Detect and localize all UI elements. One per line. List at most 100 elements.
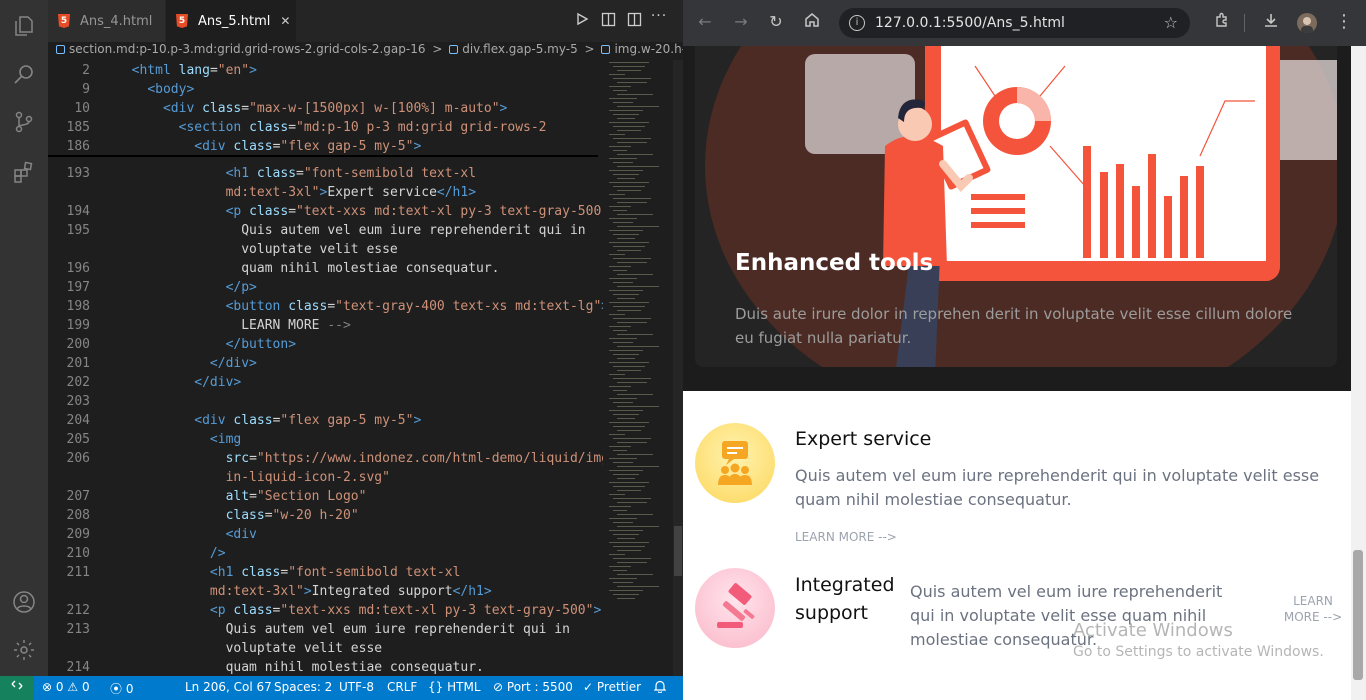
learn-more-button[interactable]: LEARN MORE -->: [795, 530, 897, 544]
minimap-line: [609, 326, 631, 327]
broadcast-icon: ⦿: [110, 682, 123, 696]
line-number: 202: [66, 375, 90, 390]
minimap-line: [613, 258, 651, 259]
hero-card: Enhanced tools Duis aute irure dolor in …: [695, 46, 1337, 367]
minimap-line: [613, 306, 645, 307]
site-info-icon[interactable]: i: [849, 15, 865, 31]
split-editor-icon[interactable]: [625, 12, 643, 31]
language-mode[interactable]: {} HTML: [428, 680, 481, 694]
minimap-line: [613, 210, 627, 211]
editor-scrollbar[interactable]: [673, 60, 683, 676]
home-icon[interactable]: [802, 12, 822, 32]
code-line: <div class="flex gap-5 my-5">: [194, 413, 422, 428]
breadcrumb-item[interactable]: section.md:p-10.p-3.md:grid.grid-rows-2.…: [69, 42, 426, 56]
minimap-line: [617, 550, 641, 551]
downloads-icon[interactable]: [1261, 12, 1281, 32]
indentation[interactable]: Spaces: 2: [274, 680, 332, 694]
line-number: 186: [66, 139, 90, 154]
line-number: 203: [66, 394, 90, 409]
minimap-line: [613, 342, 633, 343]
source-control-icon[interactable]: [12, 110, 36, 134]
tab-ans4[interactable]: 5 Ans_4.html: [48, 0, 165, 42]
more-actions-icon[interactable]: ···: [650, 8, 668, 24]
minimap-line: [613, 486, 645, 487]
minimap-line: [617, 538, 635, 539]
end-of-line[interactable]: CRLF: [387, 680, 417, 694]
code-editor[interactable]: 2 <html lang="en"> 9 <body> 10 <div class=…: [48, 60, 683, 676]
tab-ans5[interactable]: 5 Ans_5.html ✕: [166, 0, 296, 42]
encoding[interactable]: UTF-8: [339, 680, 374, 694]
breadcrumb-item[interactable]: img.w-20.h-20: [614, 42, 683, 56]
minimap-line: [609, 530, 643, 531]
forward-arrow-icon[interactable]: →: [731, 12, 751, 32]
learn-more-button[interactable]: LEARN MORE -->: [1283, 593, 1343, 625]
bookmark-star-icon[interactable]: ☆: [1164, 8, 1178, 38]
live-server-port[interactable]: ⊘ Port : 5500: [493, 680, 573, 694]
line-number: 9: [82, 82, 90, 97]
warning-count: 0: [81, 680, 90, 694]
minimap-line: [609, 158, 637, 159]
breadcrumb-separator: >: [584, 42, 595, 56]
minimap-line: [617, 442, 647, 443]
minimap-line: [609, 434, 625, 435]
minimap-line: [617, 526, 659, 527]
minimap-line: [617, 418, 635, 419]
breadcrumb-separator: >: [432, 42, 443, 56]
line-number: 201: [66, 356, 90, 371]
run-icon[interactable]: [573, 12, 591, 30]
minimap-line: [613, 546, 645, 547]
minimap-line: [617, 334, 653, 335]
line-number: 193: [66, 166, 90, 181]
minimap-line: [617, 142, 647, 143]
line-number: 208: [66, 508, 90, 523]
line-number: 194: [66, 204, 90, 219]
ports-indicator[interactable]: ⦿ 0: [110, 680, 133, 697]
minimap-line: [617, 574, 653, 575]
minimap-line: [613, 90, 627, 91]
sticky-scroll-divider: [48, 155, 598, 157]
minimap-line: [617, 514, 653, 515]
address-bar[interactable]: i 127.0.0.1:5500/Ans_5.html ☆: [839, 8, 1190, 38]
search-icon[interactable]: [12, 62, 36, 86]
back-arrow-icon[interactable]: ←: [695, 12, 715, 32]
remote-icon[interactable]: [0, 676, 34, 700]
minimap-line: [617, 322, 647, 323]
line-number: 200: [66, 337, 90, 352]
explorer-icon[interactable]: [12, 14, 36, 38]
close-tab-icon[interactable]: ✕: [280, 14, 290, 28]
minimap-line: [613, 294, 639, 295]
code-line: LEARN MORE -->: [116, 318, 351, 333]
scrollbar-thumb[interactable]: [674, 526, 682, 576]
prettier-status[interactable]: ✓ Prettier: [583, 680, 641, 694]
cursor-position[interactable]: Ln 206, Col 67: [185, 680, 272, 694]
page-scrollbar-thumb[interactable]: [1353, 550, 1363, 680]
minimap-line: [609, 554, 625, 555]
minimap-line: [617, 106, 659, 107]
open-preview-icon[interactable]: [599, 12, 617, 31]
settings-gear-icon[interactable]: [12, 638, 36, 662]
minimap-line: [617, 454, 653, 455]
minimap-line: [609, 278, 637, 279]
minimap-line: [617, 298, 635, 299]
account-icon[interactable]: [12, 590, 36, 614]
code-line: Quis autem vel eum iure reprehenderit qu…: [116, 622, 570, 637]
minimap-line: [617, 502, 647, 503]
browser-menu-icon[interactable]: ⋮: [1334, 12, 1354, 32]
reload-icon[interactable]: ↻: [766, 12, 786, 32]
notifications-bell-icon[interactable]: [653, 680, 667, 696]
code-line: <div class="flex gap-5 my-5">: [194, 139, 422, 154]
minimap[interactable]: [603, 60, 673, 676]
minimap-line: [609, 494, 625, 495]
code-line: class="w-20 h-20": [225, 508, 359, 523]
problems-indicator[interactable]: ⊗ 0 ⚠ 0: [42, 680, 90, 694]
symbol-element-icon: [56, 45, 65, 54]
minimap-line: [617, 382, 647, 383]
service-title: Expert service: [795, 428, 932, 450]
profile-avatar[interactable]: [1297, 13, 1317, 33]
extensions-puzzle-icon[interactable]: [1212, 12, 1232, 32]
extensions-icon[interactable]: [12, 160, 36, 184]
status-bar: ⊗ 0 ⚠ 0 ⦿ 0 Ln 206, Col 67 Spaces: 2 UTF…: [0, 676, 683, 700]
minimap-line: [617, 250, 641, 251]
minimap-line: [609, 182, 649, 183]
breadcrumb-item[interactable]: div.flex.gap-5.my-5: [462, 42, 578, 56]
